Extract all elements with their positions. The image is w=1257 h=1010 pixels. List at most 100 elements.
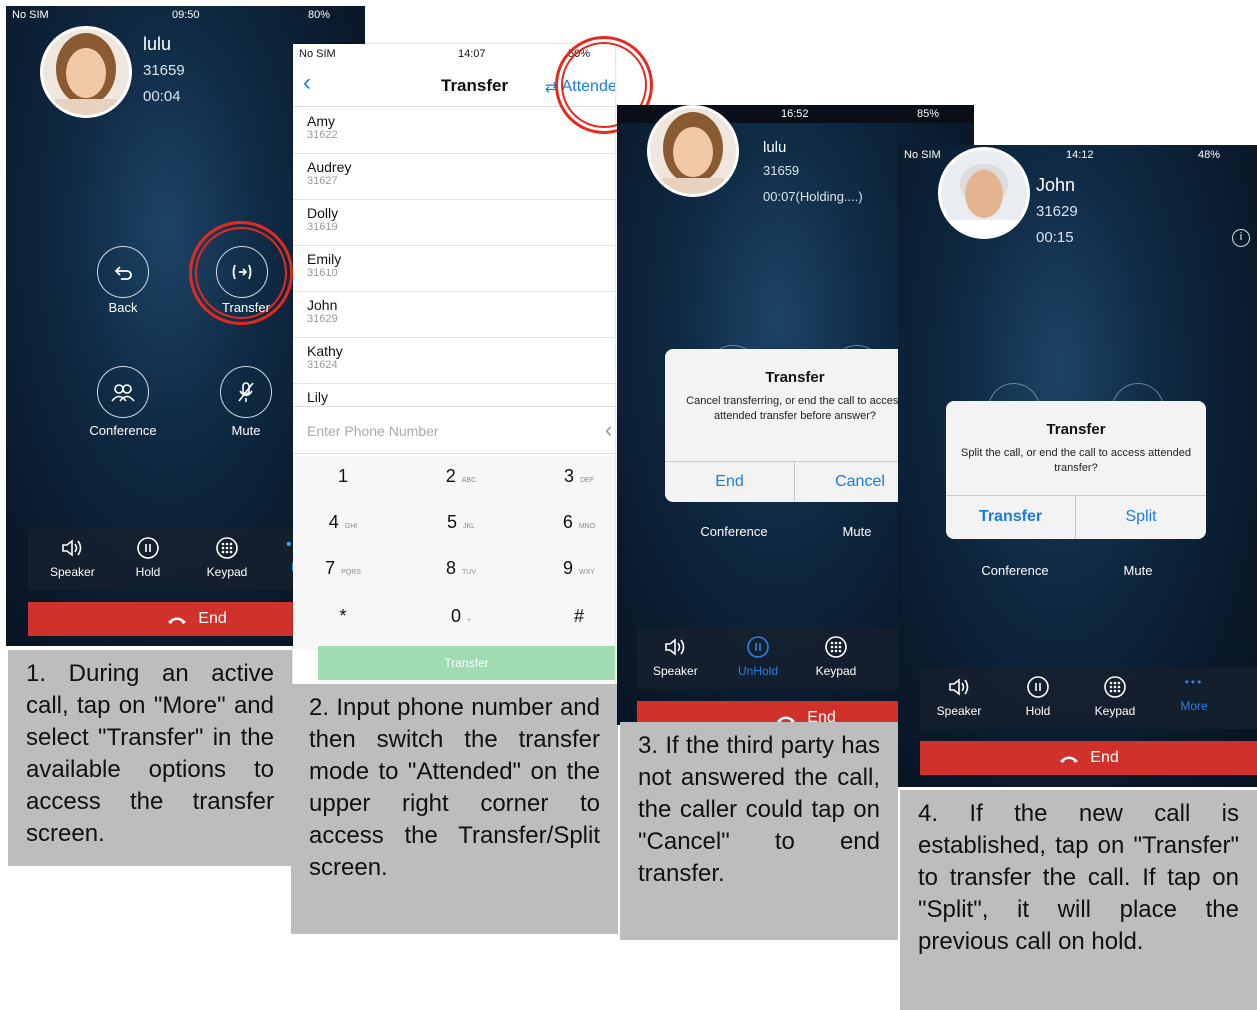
key-letters: JKL	[462, 523, 476, 530]
end-call-button[interactable]: End	[920, 741, 1257, 775]
contact-number: 31629	[307, 313, 338, 325]
keypad-label: Keypad	[815, 664, 857, 678]
key-2[interactable]: 2 ABC	[411, 466, 511, 487]
pause-icon	[137, 537, 159, 559]
phone-number-field[interactable]: Enter Phone Number ‹	[293, 406, 615, 454]
caller-number: 31659	[143, 62, 185, 79]
speaker-label: Speaker	[653, 664, 698, 678]
mute-mic-icon	[220, 366, 272, 418]
transfer-label: Transfer	[222, 300, 270, 315]
list-item[interactable]: John 31629	[293, 292, 615, 338]
caption-step-2: 2. Input phone number and then switch th…	[291, 684, 618, 934]
dialog-transfer-button[interactable]: Transfer	[946, 508, 1075, 526]
hold-label: Hold	[135, 565, 161, 579]
contact-name: Emily	[307, 251, 342, 267]
list-item[interactable]: Emily 31610	[293, 246, 615, 292]
contact-number: 31622	[307, 129, 338, 141]
end-label: End	[198, 610, 227, 627]
phone-number-placeholder: Enter Phone Number	[307, 423, 439, 439]
conference-button[interactable]	[97, 366, 149, 418]
contact-number: 31624	[307, 359, 338, 371]
transfer-dialog: Transfer Cancel transferring, or end the…	[665, 349, 925, 502]
key-letters: DEF	[580, 477, 594, 484]
more-button[interactable]: ••• More	[1174, 675, 1214, 713]
key-hash[interactable]: #	[529, 606, 615, 627]
speaker-label: Speaker	[936, 704, 982, 718]
dialog-message: Cancel transferring, or end the call to …	[686, 395, 904, 422]
dialog-title: Transfer	[1046, 421, 1106, 438]
key-1[interactable]: 1	[293, 466, 393, 487]
info-icon[interactable]: i	[1232, 229, 1250, 247]
avatar-woman-icon	[43, 29, 129, 115]
call-toolbar: Speaker Hold Keypad ••• More	[920, 667, 1257, 729]
key-6[interactable]: 6 MNO	[529, 512, 615, 533]
speaker-button[interactable]: Speaker	[934, 675, 984, 718]
avatar	[647, 105, 739, 197]
key-letters: MNO	[578, 523, 596, 530]
key-5[interactable]: 5 JKL	[411, 512, 511, 533]
backspace-icon[interactable]: ‹	[605, 417, 612, 443]
more-label: More	[1180, 699, 1208, 713]
call-duration: 00:15	[1036, 229, 1074, 246]
back-button[interactable]	[97, 246, 149, 298]
status-battery: 85%	[917, 108, 940, 120]
key-digit: 2	[445, 466, 456, 486]
back-chevron-icon[interactable]: ‹	[303, 71, 311, 95]
keypad-button[interactable]: Keypad	[202, 536, 252, 579]
keypad-icon	[216, 537, 238, 559]
dial-keypad: 1 2 ABC 3 DEF 4 GHI 5 JKL 6 MNO 7 PQRS 8 TUV 9W…	[293, 456, 615, 650]
dialog-divider	[665, 461, 925, 462]
transfer-submit-button[interactable]: Transfer	[318, 646, 615, 680]
key-4[interactable]: 4 GHI	[293, 512, 393, 533]
dialog-split-button[interactable]: Split	[1076, 508, 1206, 526]
key-0[interactable]: 0 +	[411, 606, 511, 627]
mute-label: Mute	[842, 524, 872, 539]
dialog-divider	[946, 495, 1206, 496]
list-item[interactable]: Dolly 31619	[293, 200, 615, 246]
avatar-man-icon	[941, 150, 1027, 236]
key-digit: 6	[562, 512, 573, 532]
phone-screen-2: No SIM 14:07 50% ‹ Transfer ⇄ Attended A…	[293, 44, 615, 684]
caller-number: 31659	[763, 163, 800, 178]
more-icon: •••	[1184, 675, 1204, 689]
key-digit: *	[339, 606, 347, 626]
unhold-button[interactable]: UnHold	[733, 635, 783, 678]
end-label: End	[1090, 749, 1119, 766]
key-9[interactable]: 9 WXY	[529, 558, 615, 579]
hold-button[interactable]: Hold	[126, 536, 170, 579]
speaker-button[interactable]: Speaker	[50, 536, 95, 579]
list-item[interactable]: Kathy 31624	[293, 338, 615, 384]
transfer-icon	[216, 246, 268, 298]
key-star[interactable]: *	[293, 606, 393, 627]
caption-step-3: 3. If the third party has not answered t…	[620, 722, 898, 940]
key-digit: 1	[337, 466, 348, 486]
list-item[interactable]: Lily	[293, 384, 615, 408]
contact-name: Lily	[307, 389, 329, 405]
list-item[interactable]: Audrey 31627	[293, 154, 615, 200]
call-duration: 00:04	[143, 88, 181, 105]
mute-button[interactable]	[220, 366, 272, 418]
keypad-button[interactable]: Keypad	[811, 635, 861, 678]
contact-name: Kathy	[307, 343, 343, 359]
mute-label: Mute	[231, 423, 261, 438]
keypad-label: Keypad	[1094, 704, 1136, 718]
key-3[interactable]: 3 DEF	[529, 466, 615, 487]
status-carrier: No SIM	[904, 149, 941, 161]
call-duration: 00:07(Holding....)	[763, 189, 863, 204]
hangup-icon	[168, 617, 187, 624]
dialog-end-button[interactable]: End	[665, 473, 794, 491]
key-digit: 8	[445, 558, 456, 578]
speaker-button[interactable]: Speaker	[653, 635, 698, 678]
conference-icon	[97, 366, 149, 418]
transfer-button[interactable]	[216, 246, 268, 298]
keypad-button[interactable]: Keypad	[1090, 675, 1140, 718]
key-digit: 4	[328, 512, 339, 532]
avatar	[938, 147, 1030, 239]
contact-list: Amy 31622 Audrey 31627 Dolly 31619 Emily 316…	[293, 108, 615, 408]
conference-label: Conference	[981, 563, 1049, 578]
key-8[interactable]: 8 TUV	[411, 558, 511, 579]
key-7[interactable]: 7 PQRS	[293, 558, 393, 579]
key-digit: 5	[446, 512, 457, 532]
transfer-dialog: Transfer Split the call, or end the call…	[946, 401, 1206, 539]
hold-button[interactable]: Hold	[1016, 675, 1060, 718]
